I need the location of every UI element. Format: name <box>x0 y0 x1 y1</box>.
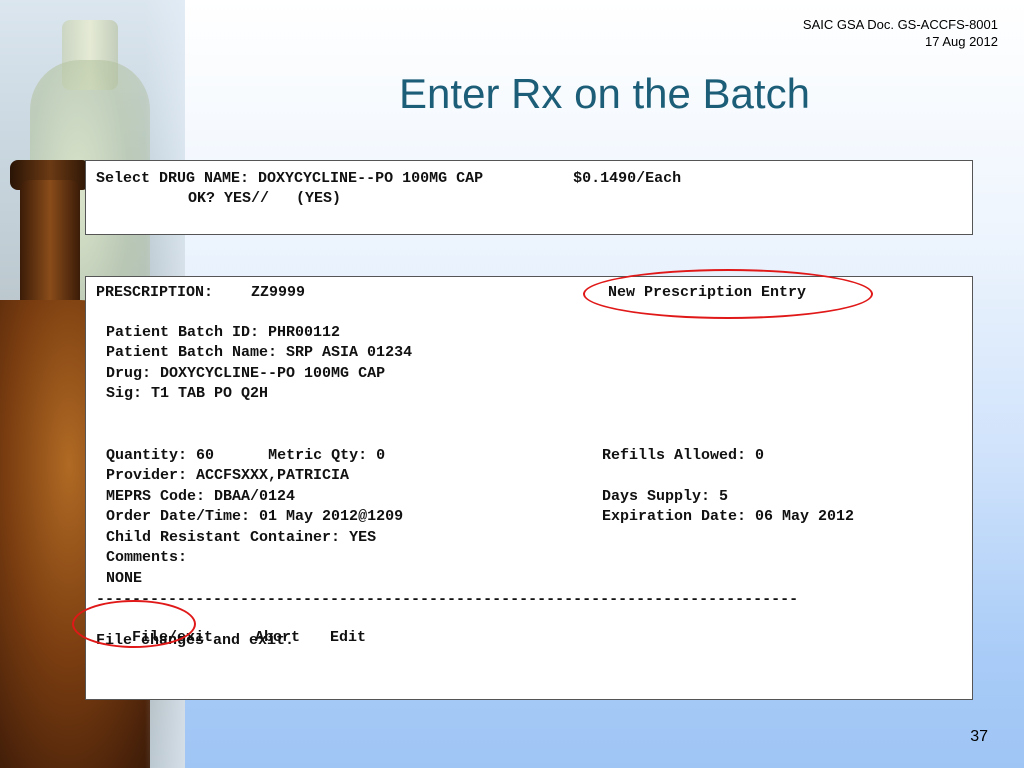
document-reference: SAIC GSA Doc. GS-ACCFS-8001 17 Aug 2012 <box>803 16 998 50</box>
entry-mode-label: New Prescription Entry <box>608 284 807 301</box>
field-expiration-date: Expiration Date: 06 May 2012 <box>602 508 854 526</box>
field-meprs-code: MEPRS Code: DBAA/0124 <box>106 488 295 506</box>
field-patient-batch-id: Patient Batch ID: PHR00112 <box>106 324 340 342</box>
field-label: Expiration Date: <box>602 508 747 525</box>
field-label: Metric Qty: <box>268 447 368 464</box>
field-value: YES <box>349 529 377 546</box>
field-value: ACCFSXXX,PATRICIA <box>196 467 350 484</box>
drug-price: $0.1490/Each <box>573 170 682 187</box>
field-patient-batch-name: Patient Batch Name: SRP ASIA 01234 <box>106 344 412 362</box>
field-refills-allowed: Refills Allowed: 0 <box>602 447 764 465</box>
field-comments-value: NONE <box>106 570 143 587</box>
prescription-number: ZZ9999 <box>251 284 306 301</box>
page-number: 37 <box>970 728 988 745</box>
prescription-entry-terminal: PRESCRIPTION: ZZ9999 New Prescription En… <box>85 276 973 700</box>
field-provider: Provider: ACCFSXXX,PATRICIA <box>106 467 349 485</box>
field-comments-label: Comments: <box>106 549 188 566</box>
doc-reference-id: SAIC GSA Doc. GS-ACCFS-8001 <box>802 17 998 32</box>
field-label: Order Date/Time: <box>106 508 251 525</box>
action-help-text: File changes and exit. <box>96 632 295 649</box>
field-days-supply: Days Supply: 5 <box>602 488 728 506</box>
menu-separator: ----------------------------------------… <box>96 591 799 608</box>
field-value: PHR00112 <box>268 324 341 341</box>
field-label: Refills Allowed: <box>602 447 747 464</box>
drug-select-value[interactable]: DOXYCYCLINE--PO 100MG CAP <box>258 170 483 187</box>
field-value: 0 <box>376 447 386 464</box>
field-label: Quantity: <box>106 447 188 464</box>
field-label: Provider: <box>106 467 188 484</box>
field-drug: Drug: DOXYCYCLINE--PO 100MG CAP <box>106 365 385 383</box>
field-sig: Sig: T1 TAB PO Q2H <box>106 385 268 403</box>
field-label: Child Resistant Container: <box>106 529 341 546</box>
field-order-date: Order Date/Time: 01 May 2012@1209 <box>106 508 403 526</box>
field-value: SRP ASIA 01234 <box>286 344 413 361</box>
doc-reference-date: 17 Aug 2012 <box>924 34 998 49</box>
field-label: Days Supply: <box>602 488 711 505</box>
field-child-resistant: Child Resistant Container: YES <box>106 529 376 547</box>
field-value: 5 <box>719 488 729 505</box>
field-value: T1 TAB PO Q2H <box>151 385 269 402</box>
drug-confirm-value[interactable]: (YES) <box>296 190 341 207</box>
field-value: 60 <box>196 447 215 464</box>
drug-select-prompt: Select DRUG NAME: <box>96 170 250 187</box>
field-value: 06 May 2012 <box>755 508 855 525</box>
field-label: Patient Batch ID: <box>106 324 260 341</box>
edit-action[interactable]: Edit <box>330 629 366 647</box>
field-label: Sig: <box>106 385 143 402</box>
field-label: Drug: <box>106 365 152 382</box>
field-label: Patient Batch Name: <box>106 344 278 361</box>
amber-bottle-neck <box>20 180 80 320</box>
drug-select-terminal: Select DRUG NAME: DOXYCYCLINE--PO 100MG … <box>85 160 973 235</box>
field-value: 0 <box>755 447 765 464</box>
slide-title: Enter Rx on the Batch <box>399 70 810 117</box>
field-value: DOXYCYCLINE--PO 100MG CAP <box>160 365 386 382</box>
field-label: MEPRS Code: <box>106 488 206 505</box>
field-quantity: Quantity: 60 Metric Qty: 0 <box>106 447 385 465</box>
prescription-label: PRESCRIPTION: <box>96 284 214 301</box>
field-value: DBAA/0124 <box>214 488 296 505</box>
field-value: 01 May 2012@1209 <box>259 508 404 525</box>
drug-confirm-prompt: OK? YES// <box>188 190 270 207</box>
drug-confirm-line: OK? YES// (YES) <box>188 190 341 208</box>
drug-select-line: Select DRUG NAME: DOXYCYCLINE--PO 100MG … <box>96 170 681 188</box>
